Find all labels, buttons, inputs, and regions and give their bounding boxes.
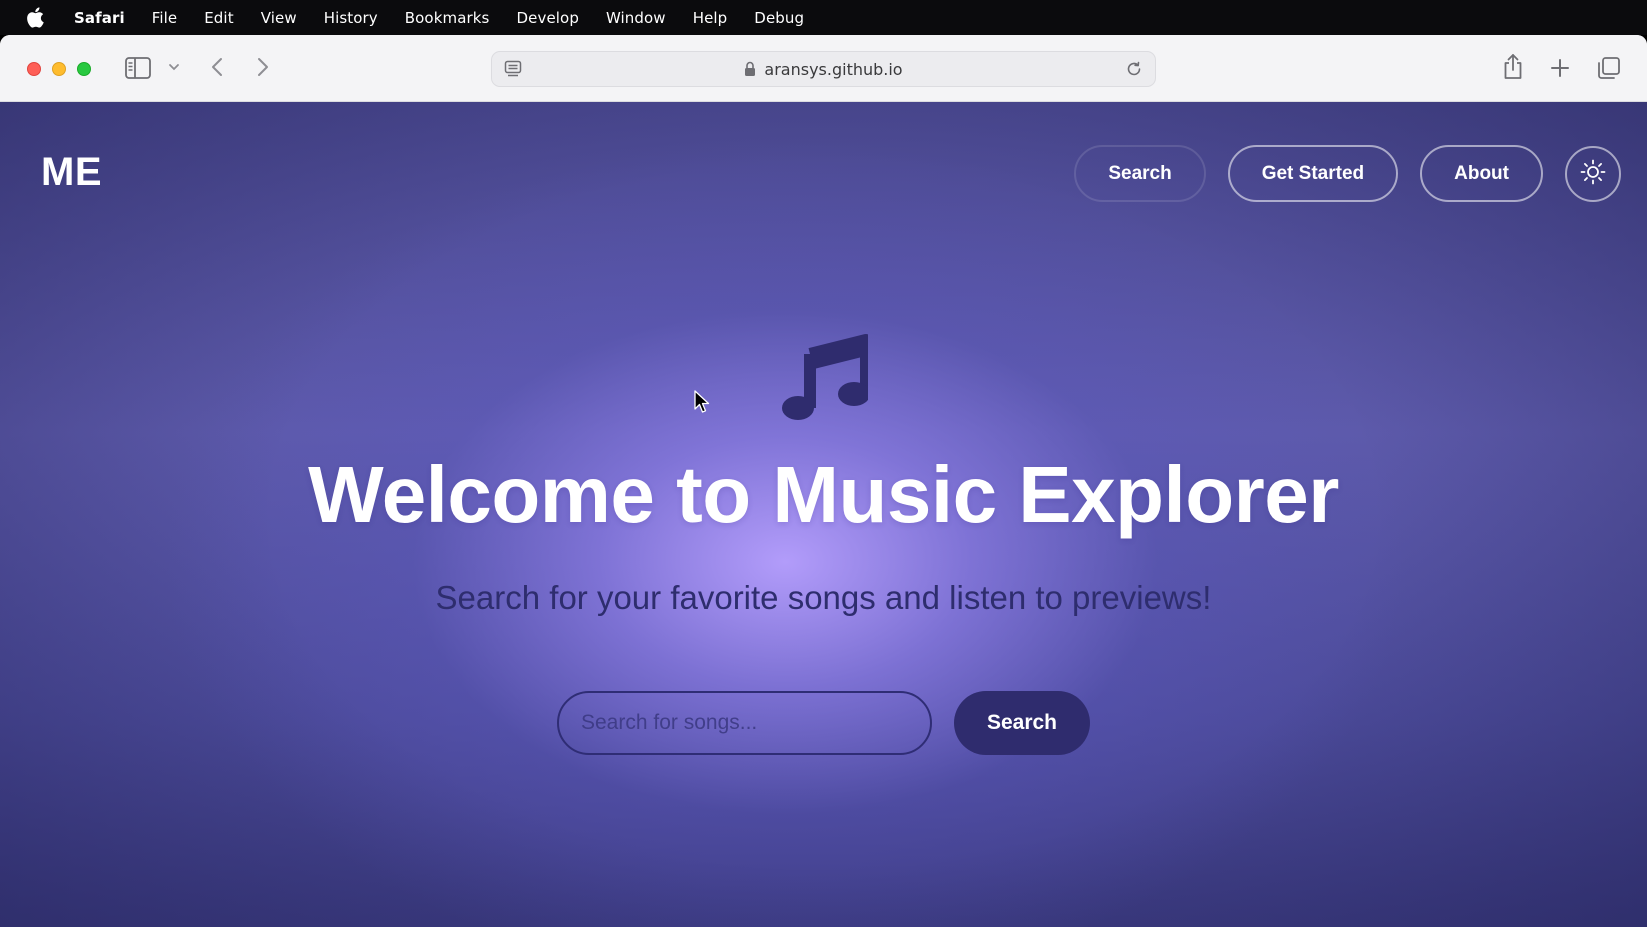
menu-file[interactable]: File [152,9,178,27]
song-search-button[interactable]: Search [954,691,1090,755]
web-page: ME Search Get Started About Welcome to M… [0,102,1647,927]
site-logo[interactable]: ME [41,150,102,195]
menu-history[interactable]: History [324,9,378,27]
url-text: aransys.github.io [764,59,903,79]
site-nav: Search Get Started About [1074,145,1621,202]
nav-about-button[interactable]: About [1420,145,1543,202]
mouse-cursor-icon [694,390,710,418]
nav-get-started-button[interactable]: Get Started [1227,145,1399,202]
menu-edit[interactable]: Edit [204,9,233,27]
nav-search-button[interactable]: Search [1074,145,1206,202]
forward-icon[interactable] [256,56,270,78]
page-menu-icon[interactable] [504,60,522,82]
lock-icon [744,61,756,77]
reload-icon[interactable] [1125,60,1143,82]
close-window-button[interactable] [27,62,41,76]
music-note-icon [780,332,872,420]
song-search-form: Search [557,691,1090,755]
macos-menubar: Safari File Edit View History Bookmarks … [0,0,1647,35]
sun-icon [1580,159,1606,189]
minimize-window-button[interactable] [52,62,66,76]
menu-window[interactable]: Window [606,9,666,27]
song-search-input[interactable] [557,691,932,755]
fullscreen-window-button[interactable] [77,62,91,76]
menu-develop[interactable]: Develop [516,9,578,27]
browser-toolbar: aransys.github.io [0,35,1647,102]
tab-overview-icon[interactable] [1597,56,1621,80]
menu-safari[interactable]: Safari [74,9,125,27]
menu-bookmarks[interactable]: Bookmarks [405,9,490,27]
hero-title: Welcome to Music Explorer [308,450,1339,539]
sidebar-toggle-icon[interactable] [125,57,151,79]
new-tab-icon[interactable] [1550,58,1570,78]
theme-toggle-button[interactable] [1565,145,1621,202]
menu-help[interactable]: Help [693,9,728,27]
safari-window: aransys.github.io ME Search Get Started … [0,35,1647,927]
hero-subtitle: Search for your favorite songs and liste… [435,579,1212,616]
menu-view[interactable]: View [261,9,297,27]
apple-icon[interactable] [26,7,48,29]
back-icon[interactable] [210,56,224,78]
address-bar[interactable]: aransys.github.io [491,51,1156,87]
menu-debug[interactable]: Debug [754,9,804,27]
share-icon[interactable] [1502,53,1524,81]
chevron-down-icon[interactable] [168,63,180,71]
